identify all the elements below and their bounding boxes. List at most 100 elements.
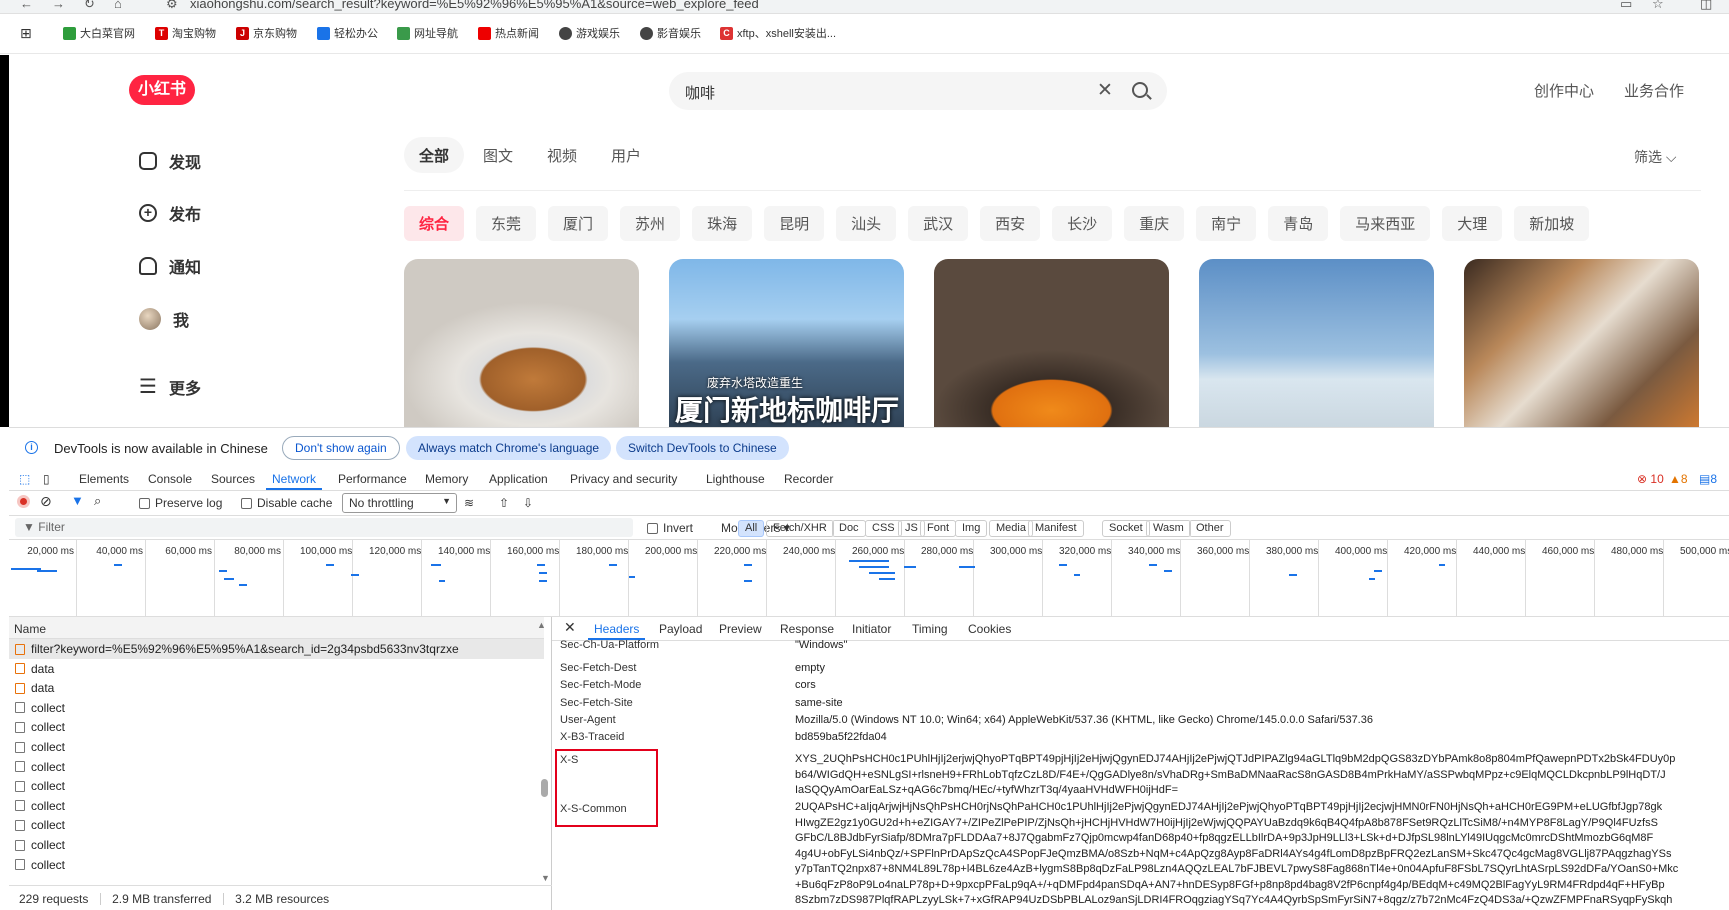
result-card[interactable] (404, 259, 639, 431)
error-count[interactable]: ⊗ 10 (1637, 472, 1664, 486)
clear-search-icon[interactable]: ✕ (1097, 79, 1113, 102)
location-chip[interactable]: 马来西亚 (1340, 206, 1431, 241)
sidebar-item-discover[interactable]: 发现 (139, 149, 201, 173)
location-chip[interactable]: 西安 (980, 206, 1041, 241)
tab-elements[interactable]: Elements (79, 472, 129, 486)
clear-icon[interactable]: ⊘ (40, 493, 52, 510)
message-count[interactable]: ▤8 (1699, 472, 1717, 486)
result-card[interactable] (1464, 259, 1699, 431)
type-filter-button[interactable]: Doc (832, 520, 866, 537)
location-chip[interactable]: 综合 (404, 206, 465, 241)
tab-preview[interactable]: Preview (719, 622, 762, 636)
tab-response[interactable]: Response (780, 622, 834, 636)
type-filter-button[interactable]: Socket (1102, 520, 1150, 537)
apps-grid-icon[interactable]: ⊞ (20, 25, 32, 42)
invert-checkbox[interactable]: Invert (647, 521, 693, 535)
type-filter-button[interactable]: Other (1189, 520, 1231, 537)
request-list-scrollbar[interactable] (538, 639, 550, 885)
request-row[interactable]: data (9, 678, 544, 698)
tab-all[interactable]: 全部 (404, 137, 465, 173)
location-chip[interactable]: 武汉 (908, 206, 969, 241)
location-chip[interactable]: 南宁 (1196, 206, 1257, 241)
header-value[interactable]: bd859ba5f22fda04 (795, 731, 887, 743)
tab-console[interactable]: Console (148, 472, 192, 486)
install-icon[interactable]: ▭ (1620, 0, 1632, 12)
bookmark-item[interactable]: 影音娱乐 (640, 25, 701, 41)
tab-video[interactable]: 视频 (532, 137, 592, 173)
search-bar[interactable]: 咖啡 ✕ (669, 72, 1167, 110)
header-value[interactable]: same-site (795, 697, 843, 709)
type-filter-button[interactable]: Img (955, 520, 988, 537)
bookmark-item[interactable]: 游戏娱乐 (559, 25, 620, 41)
switch-to-chinese-button[interactable]: Switch DevTools to Chinese (616, 436, 789, 460)
x-s-header-value[interactable]: XYS_2UQhPsHCH0c1PUhlHjIj2erjwjQhyoPTqBPT… (795, 752, 1729, 799)
location-chip[interactable]: 珠海 (692, 206, 753, 241)
tab-performance[interactable]: Performance (338, 472, 407, 486)
type-filter-button[interactable]: Media (989, 520, 1033, 537)
location-chip[interactable]: 汕头 (836, 206, 897, 241)
tab-users[interactable]: 用户 (596, 137, 656, 173)
type-filter-button[interactable]: Fetch/XHR (766, 520, 834, 537)
scroll-down-icon[interactable]: ▼ (541, 873, 550, 883)
x-s-common-header-value[interactable]: 2UQAPsHC+aIjqArjwjHjNsQhPsHCH0rjNsQhPaHC… (795, 800, 1729, 909)
bookmark-item[interactable]: 网址导航 (397, 25, 458, 41)
forward-icon[interactable]: → (52, 0, 65, 11)
tab-network[interactable]: Network (265, 472, 323, 490)
header-value[interactable]: "Windows" (795, 639, 847, 651)
back-icon[interactable]: ← (20, 0, 33, 11)
creator-center-link[interactable]: 创作中心 (1534, 80, 1594, 101)
scroll-up-icon[interactable]: ▲ (537, 620, 546, 630)
sidebar-item-more[interactable]: ☰ 更多 (139, 374, 201, 399)
tab-headers[interactable]: Headers (587, 622, 646, 640)
bookmark-item[interactable]: 热点新闻 (478, 25, 539, 41)
search-icon[interactable]: ⌕ (94, 493, 101, 509)
location-chip[interactable]: 大理 (1442, 206, 1503, 241)
export-har-icon[interactable]: ⇩ (523, 496, 533, 510)
tab-recorder[interactable]: Recorder (784, 472, 833, 486)
type-filter-button[interactable]: Manifest (1028, 520, 1084, 537)
filter-button[interactable]: 筛选 ⌵ (1634, 147, 1677, 167)
location-chip[interactable]: 东莞 (476, 206, 537, 241)
search-input[interactable]: 咖啡 (685, 82, 715, 103)
import-har-icon[interactable]: ⇧ (499, 496, 509, 510)
header-value[interactable]: Mozilla/5.0 (Windows NT 10.0; Win64; x64… (795, 714, 1373, 726)
bookmark-item[interactable]: T 淘宝购物 (155, 25, 216, 41)
result-card[interactable]: 废弃水塔改造重生 厦门新地标咖啡厅 (669, 259, 904, 431)
business-link[interactable]: 业务合作 (1624, 80, 1684, 101)
tab-payload[interactable]: Payload (659, 622, 702, 636)
result-card[interactable] (1199, 259, 1434, 431)
bookmark-item[interactable]: 大白菜官网 (63, 25, 135, 41)
dont-show-again-button[interactable]: Don't show again (282, 436, 400, 460)
location-chip[interactable]: 长沙 (1052, 206, 1113, 241)
location-chip[interactable]: 青岛 (1268, 206, 1329, 241)
location-chip[interactable]: 昆明 (764, 206, 825, 241)
tab-timing[interactable]: Timing (912, 622, 948, 636)
close-icon[interactable]: ✕ (564, 619, 576, 636)
location-chip[interactable]: 重庆 (1124, 206, 1185, 241)
match-language-button[interactable]: Always match Chrome's language (406, 436, 612, 460)
type-filter-button[interactable]: CSS (865, 520, 902, 537)
sidebar-item-publish[interactable]: + 发布 (139, 201, 201, 225)
bookmark-item[interactable]: 轻松办公 (317, 25, 378, 41)
sidebar-item-notifications[interactable]: 通知 (139, 254, 201, 278)
result-card[interactable] (934, 259, 1169, 431)
request-row[interactable]: collect (9, 815, 544, 835)
scrollbar-thumb[interactable] (541, 779, 548, 797)
bookmark-item[interactable]: Cxftp、xshell安装出... (720, 25, 836, 41)
location-chip[interactable]: 厦门 (548, 206, 609, 241)
filter-input[interactable]: ▼ Filter (15, 518, 633, 537)
preserve-log-checkbox[interactable]: Preserve log (139, 496, 222, 510)
location-chip[interactable]: 苏州 (620, 206, 681, 241)
warning-count[interactable]: ▲8 (1669, 472, 1688, 486)
bookmark-item[interactable]: J 京东购物 (236, 25, 297, 41)
name-column-header[interactable]: Name ▲ (9, 617, 546, 639)
type-filter-button[interactable]: Font (920, 520, 957, 537)
network-timeline-overview[interactable]: 20,000 ms 40,000 ms 60,000 ms 80,000 ms 100,… (9, 540, 1729, 617)
tab-cookies[interactable]: Cookies (968, 622, 1011, 636)
location-chip[interactable]: 新加坡 (1514, 206, 1590, 241)
request-row[interactable]: collect (9, 717, 544, 737)
request-row[interactable]: collect (9, 737, 544, 757)
request-row[interactable]: collect (9, 698, 544, 718)
request-row[interactable]: collect (9, 835, 544, 855)
address-bar[interactable]: xiaohongshu.com/search_result?keyword=%E… (190, 0, 759, 11)
